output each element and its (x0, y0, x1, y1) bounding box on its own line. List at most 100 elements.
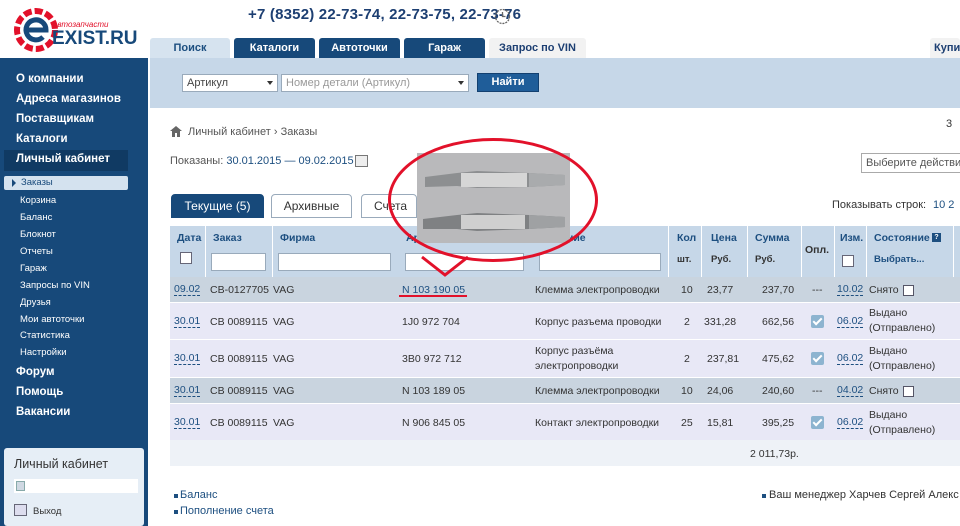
tab-current-orders[interactable]: Текущие (5) (171, 194, 264, 218)
logout-link[interactable]: Выход (33, 506, 61, 517)
col-date[interactable]: Дата (177, 232, 201, 244)
col-status[interactable]: Состояние (874, 232, 930, 244)
row-price: 15,81 (707, 417, 734, 429)
row-qty: 10 (681, 284, 693, 296)
edit-icon[interactable] (903, 386, 914, 397)
edit-icon[interactable] (903, 285, 914, 296)
sidebar-subitem-orders[interactable]: Заказы (4, 176, 128, 190)
sidebar-item-suppliers[interactable]: Поставщикам (16, 113, 94, 125)
calendar-icon[interactable] (355, 155, 368, 167)
col-qty[interactable]: Кол (677, 232, 696, 244)
col-firm[interactable]: Фирма (280, 232, 315, 244)
sidebar-subitem-settings[interactable]: Настройки (20, 347, 67, 358)
row-date[interactable]: 30.01 (174, 417, 201, 429)
row-article[interactable]: 3B0 972 712 (402, 353, 462, 365)
col-divider (701, 226, 702, 277)
sidebar-item-forum[interactable]: Форум (16, 366, 54, 378)
row-status: Выдано (869, 345, 908, 357)
calendar-icon[interactable] (180, 252, 192, 264)
row-name: Клемма электропроводки (535, 284, 660, 296)
row-price: 24,06 (707, 385, 734, 397)
sidebar-item-cabinet[interactable]: Личный кабинет (16, 153, 110, 165)
row-article[interactable]: 1J0 972 704 (402, 316, 460, 328)
col-order[interactable]: Заказ (213, 232, 242, 244)
logout-icon (14, 504, 27, 516)
row-changed[interactable]: 10.02 (837, 284, 864, 296)
sidebar-subitem-statistics[interactable]: Статистика (20, 330, 70, 341)
bullet-icon (174, 494, 178, 498)
row-date[interactable]: 30.01 (174, 353, 201, 365)
row-changed[interactable]: 04.02 (837, 385, 864, 397)
search-type-select[interactable]: Артикул (182, 74, 278, 92)
sidebar-subitem-reports[interactable]: Отчеты (20, 246, 53, 257)
row-date[interactable]: 30.01 (174, 316, 201, 328)
logo-title: EXIST.RU (52, 28, 138, 49)
paid-check-icon (811, 315, 824, 328)
status-filter-select[interactable]: Выбрать... (874, 254, 924, 265)
row-article[interactable]: N 906 845 05 (402, 417, 465, 429)
tab-vin-request[interactable]: Запрос по VIN (489, 38, 586, 58)
article-search-input[interactable]: Номер детали (Артикул) (281, 74, 469, 92)
row-status-detail: (Отправлено) (869, 322, 936, 334)
home-icon[interactable] (170, 126, 182, 137)
breadcrumb-orders: Заказы (280, 126, 318, 138)
row-date[interactable]: 30.01 (174, 385, 201, 397)
sidebar-item-help[interactable]: Помощь (16, 386, 63, 398)
row-sum: 237,70 (762, 284, 795, 296)
sidebar-item-about[interactable]: О компании (16, 73, 84, 85)
find-button[interactable]: Найти (477, 73, 539, 92)
row-date[interactable]: 09.02 (174, 284, 201, 296)
tab-search[interactable]: Поиск (150, 38, 230, 58)
col-sum[interactable]: Сумма (755, 232, 790, 244)
row-changed[interactable]: 06.02 (837, 417, 864, 429)
rows-per-page-options[interactable]: 10 2 (933, 199, 954, 211)
row-sum: 662,56 (762, 316, 795, 328)
row-price: 237,81 (707, 353, 740, 365)
row-status: Выдано (869, 409, 908, 421)
sidebar-subitem-vin[interactable]: Запросы по VIN (20, 280, 90, 291)
tab-autopoints[interactable]: Автоточки (319, 38, 400, 58)
paid-check-icon (811, 352, 824, 365)
sidebar-item-vacancies[interactable]: Вакансии (16, 406, 70, 418)
row-paid: --- (812, 385, 823, 397)
sidebar-item-catalogs[interactable]: Каталоги (16, 133, 68, 145)
tab-garage[interactable]: Гараж (404, 38, 485, 58)
name-filter-input[interactable] (539, 253, 661, 271)
row-article[interactable]: N 103 189 05 (402, 385, 465, 397)
sidebar-subitem-friends[interactable]: Друзья (20, 297, 51, 308)
calendar-icon[interactable] (842, 255, 854, 267)
topup-link[interactable]: Пополнение счета (180, 505, 274, 517)
col-divider (834, 226, 835, 277)
sidebar-subitem-balance[interactable]: Баланс (20, 212, 52, 223)
row-order: СВ 0089115 (210, 385, 268, 397)
bullet-icon (174, 510, 178, 514)
order-filter-input[interactable] (211, 253, 266, 271)
sidebar-subitem-my-autopoints[interactable]: Мои автоточки (20, 314, 84, 325)
row-changed[interactable]: 06.02 (837, 353, 864, 365)
balance-link[interactable]: Баланс (180, 489, 217, 501)
row-sum: 395,25 (762, 417, 795, 429)
tab-archive[interactable]: Архивные (271, 194, 352, 218)
date-range-value[interactable]: 30.01.2015 — 09.02.2015 (226, 155, 353, 167)
col-price[interactable]: Цена (711, 232, 737, 244)
help-icon[interactable]: ? (932, 233, 941, 242)
sidebar-subitem-garage[interactable]: Гараж (20, 263, 47, 274)
row-qty: 2 (684, 353, 690, 365)
row-status: Снято (869, 284, 899, 296)
exist-logo[interactable]: Автозапчасти EXIST.RU (14, 6, 144, 54)
cabinet-box-title: Личный кабинет (14, 457, 109, 471)
annotation-underline (399, 295, 467, 297)
action-select[interactable]: Выберите действи (861, 153, 960, 173)
col-changed[interactable]: Изм. (840, 232, 863, 244)
sidebar-item-stores[interactable]: Адреса магазинов (16, 93, 121, 105)
tab-catalogs[interactable]: Каталоги (234, 38, 315, 58)
sidebar-subitem-cart[interactable]: Корзина (20, 195, 56, 206)
tab-buy[interactable]: Купит (930, 38, 960, 58)
breadcrumb-cabinet[interactable]: Личный кабинет (188, 126, 271, 138)
sidebar-subitem-notebook[interactable]: Блокнот (20, 229, 56, 240)
row-name: Корпус разъема проводки (535, 316, 662, 328)
col-paid[interactable]: Опл. (805, 244, 829, 256)
row-name-2: электропроводки (535, 360, 619, 372)
row-changed[interactable]: 06.02 (837, 316, 864, 328)
firm-filter-input[interactable] (278, 253, 391, 271)
